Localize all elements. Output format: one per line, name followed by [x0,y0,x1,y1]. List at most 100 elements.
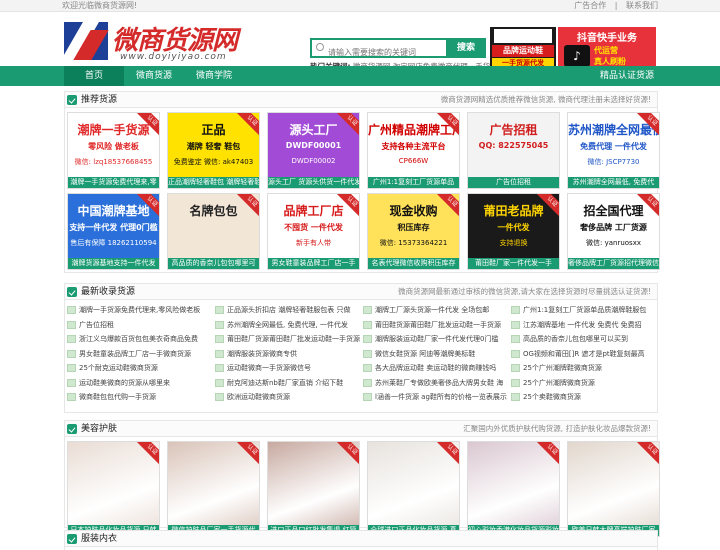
search-button[interactable]: 搜索 [446,38,486,58]
card-caption[interactable]: 苏州潮牌全网最低, 免费代 [568,177,659,188]
source-card[interactable]: 苏州潮牌全网最低 免费代理 一件代发 微信: JSCP7730 认证 苏州潮牌全网最低,… [567,112,660,189]
list-item[interactable]: 莆田鞋厂货源莆田鞋厂批发运动鞋一手货源 [215,333,361,346]
card-caption[interactable]: 高品质的香奈儿包包哪里可 [168,258,259,269]
beauty-card[interactable]: 认证 进口正品口红批发集退 红管 [267,441,360,537]
ad-cooperation-link[interactable]: 广告合作 [574,1,606,10]
search-input[interactable] [312,44,442,61]
card-caption[interactable]: 奢侈品牌工厂货源招代理微信 [568,258,659,269]
certified-badge: 认证 [236,442,259,466]
beauty-card[interactable]: 认证 微信护肤品厂家一手货源代 [167,441,260,537]
list-item[interactable]: OG视频和莆田[]R 遮才是pt鞋复刻最高 [511,348,657,361]
card-line1: 奢侈品牌 工厂货源 [580,223,647,232]
contact-us-link[interactable]: 联系我们 [626,1,658,10]
thumbnail-icon [215,349,224,358]
list-item-title: 男女鞋童装品牌工厂店一手微商货源 [79,349,191,358]
list-item[interactable]: 苏州潮牌全网最低, 免费代理, 一件代发 [215,319,361,332]
list-item[interactable]: 微商鞋包包代购一手货源 [67,391,213,404]
card-caption[interactable]: 广州1:1复刻工厂货源单品 [368,177,459,188]
card-headline: 品牌工厂店 [283,204,344,218]
list-item[interactable]: 25个广州潮牌微商货源 [511,377,657,390]
list-item[interactable]: 潮牌服装运动鞋厂家一件代发代理0门槛 [363,333,509,346]
list-item[interactable]: 微信女鞋货源 阿迪等潮牌美标鞋 [363,348,509,361]
card-caption[interactable]: 源头工厂 货源头供货一件代发 [268,177,359,188]
list-item[interactable]: 江苏潮牌基地 一件代发 免费代 免费招 [511,319,657,332]
source-card[interactable]: 现金收购 积压库存 微信: 15373364221 认证 名表代理微信收购积压库存 [367,193,460,270]
beauty-card[interactable]: 认证 日本护肤品化妆品货源 日韩 [67,441,160,537]
card-headline: 源头工厂 [289,123,338,137]
list-item[interactable]: 广州1:1复刻工厂货源单品质潮牌鞋服包 [511,304,657,317]
nav-item-sources[interactable]: 微商货源 [124,66,184,86]
list-item[interactable]: 苏州莱鞋厂专做欧美奢侈品大牌男女鞋 海 [363,377,509,390]
list-item[interactable]: 潮牌服装货源微商专供 [215,348,361,361]
source-card[interactable]: 中国潮牌基地 支持一件代发 代理0门槛 售后有保障 18262110594 认证 潮牌货… [67,193,160,270]
card-line2: 微信: 15373364221 [379,239,448,247]
source-card[interactable]: 源头工厂 DWDF00001 DWDF00002 认证 源头工厂 货源头供货一件代发 [267,112,360,189]
list-item[interactable]: 高品质的香奈儿包包哪里可以买到 [511,333,657,346]
list-item[interactable]: 欧洲运动鞋微商货源 [215,391,361,404]
card-caption[interactable]: 正品潮牌轻奢鞋包 潮牌轻奢鞋 [168,177,259,188]
card-caption[interactable]: 潮牌一手货源免费代理来,零 [68,177,159,188]
list-item[interactable]: 正品源头折扣店 潮牌轻奢鞋服包表 只做 [215,304,361,317]
beauty-card[interactable]: 认证 欧美日韩大牌高端护肤厂家 [567,441,660,537]
list-item[interactable]: 运动鞋微商一手货源微信号 [215,362,361,375]
source-card[interactable]: 正品 潮牌 轻奢 鞋包 免费鉴定 微信: ak47403 认证 正品潮牌轻奢鞋包 潮牌轻… [167,112,260,189]
thumbnail-icon [511,378,520,387]
card-line1: 零风险 做老板 [88,142,139,151]
card-image: 正品 潮牌 轻奢 鞋包 免费鉴定 微信: ak47403 [168,113,259,179]
list-item[interactable]: l涵善一件货源 ag鞋所有的价格一览表展示 [363,391,509,404]
list-item[interactable]: 耐克阿迪达斯nb鞋厂家直销 介绍下鞋 [215,377,361,390]
site-logo[interactable]: 微商货源网 www.doyiyiyao.com [64,18,244,64]
list-item[interactable]: 浙江义乌爆款百货包包美衣奇商品免费 [67,333,213,346]
list-item[interactable]: 男女鞋童装品牌工厂店一手微商货源 [67,348,213,361]
card-line1: 支持一件代发 代理0门槛 [69,223,158,232]
list-item-title: 莆田鞋厂货源莆田鞋厂批发运动鞋一手货源 [227,335,360,343]
ad2-title: 抖音快手业务 [577,33,637,44]
list-item[interactable]: 潮牌工厂源头货源一件代发 全场包邮 [363,304,509,317]
source-card[interactable]: 广告招租 QQ: 822575045 广告位招租 [467,112,560,189]
card-caption[interactable]: 莆田鞋厂家一件代发一手 [468,258,559,269]
card-caption[interactable]: 潮牌货源基地支持一件代发 [68,258,159,269]
thumbnail-icon [67,378,76,387]
card-headline: 莆田老品牌 [483,204,544,218]
banner-ad-sneakers[interactable]: 品牌运动鞋 一手货源代发 [490,27,556,71]
search-box: 搜索 [310,38,486,61]
source-card[interactable]: 招全国代理 奢侈品牌 工厂货源 微信: yanruosxx 认证 奢侈品牌工厂货源招代理… [567,193,660,270]
card-line1: 一件代发 [497,223,530,232]
card-caption[interactable]: 名表代理微信收购积压库存 [368,258,459,269]
thumbnail-icon [215,306,224,314]
list-item[interactable]: 25个广州潮牌鞋微商货源 [511,362,657,375]
clothing-title: 服装内衣 [81,534,118,544]
card-headline: 现金收购 [389,204,438,218]
list-item-title: 莆田鞋货源莆田鞋厂批发运动鞋一手货源 [375,320,501,329]
list-item[interactable]: 各大品牌运动鞋 卖运动鞋的微商赚钱吗 [363,362,509,375]
list-item-title: 潮牌服装货源微商专供 [227,349,297,358]
beauty-card[interactable]: 认证 全球进口正品化妆品货源,真 [367,441,460,537]
list-item[interactable]: 潮牌一手货源免费代理来,零风险做老板 [67,304,213,317]
nav-item-home[interactable]: 首页 [64,66,124,86]
banner-ad-douyin[interactable]: 抖音快手业务 ♪ 代运营 真人刷粉 [558,27,656,71]
source-card[interactable]: 广州精品潮牌工厂货源支持各种主流平台CP666W认证广州1:1复刻工厂货源单品 [367,112,460,189]
thumbnail-icon [67,393,76,401]
thumbnail-icon [67,349,76,358]
source-card[interactable]: 莆田老品牌 一件代发 支持退换 认证 莆田鞋厂家一件代发一手 [467,193,560,270]
latest-list: 潮牌一手货源免费代理来,零风险做老板 正品源头折扣店 潮牌轻奢鞋服包表 只做 潮牌工… [67,304,657,404]
nav-item-academy[interactable]: 微商学院 [184,66,244,86]
card-caption[interactable]: 广告位招租 [468,177,559,188]
beauty-card[interactable]: 认证 初心彩妆香港化妆品货源彩妆 [467,441,560,537]
thumbnail-icon [511,320,520,329]
list-item[interactable]: 莆田鞋货源莆田鞋厂批发运动鞋一手货源 [363,319,509,332]
ad1-line1: 品牌运动鞋 [492,45,554,57]
list-item[interactable]: 25个耐克运动鞋微商货源 [67,362,213,375]
list-item[interactable]: 运动鞋美微商的货源从哪里来 [67,377,213,390]
card-caption[interactable]: 男女鞋童装品牌工厂店一手 [268,258,359,269]
source-card[interactable]: 潮牌一手货源 零风险 做老板 微信: lzq18537668455 认证 潮牌一手货源免… [67,112,160,189]
card-headline: 潮牌一手货源 [77,123,150,137]
thumbnail-icon [511,393,520,401]
card-line2: 支持退换 [499,239,528,247]
list-item[interactable]: 25个卖鞋微商货源 [511,391,657,404]
source-card[interactable]: 品牌工厂店 不囤货 一件代发 新手有人带 认证 男女鞋童装品牌工厂店一手 [267,193,360,270]
source-card[interactable]: 名牌包包 认证 高品质的香奈儿包包哪里可 [167,193,260,270]
list-item[interactable]: 广告位招租 [67,319,213,332]
nav-item-certified[interactable]: 精品认证货源 [600,66,658,86]
card-line1: 潮牌 轻奢 鞋包 [186,142,241,151]
